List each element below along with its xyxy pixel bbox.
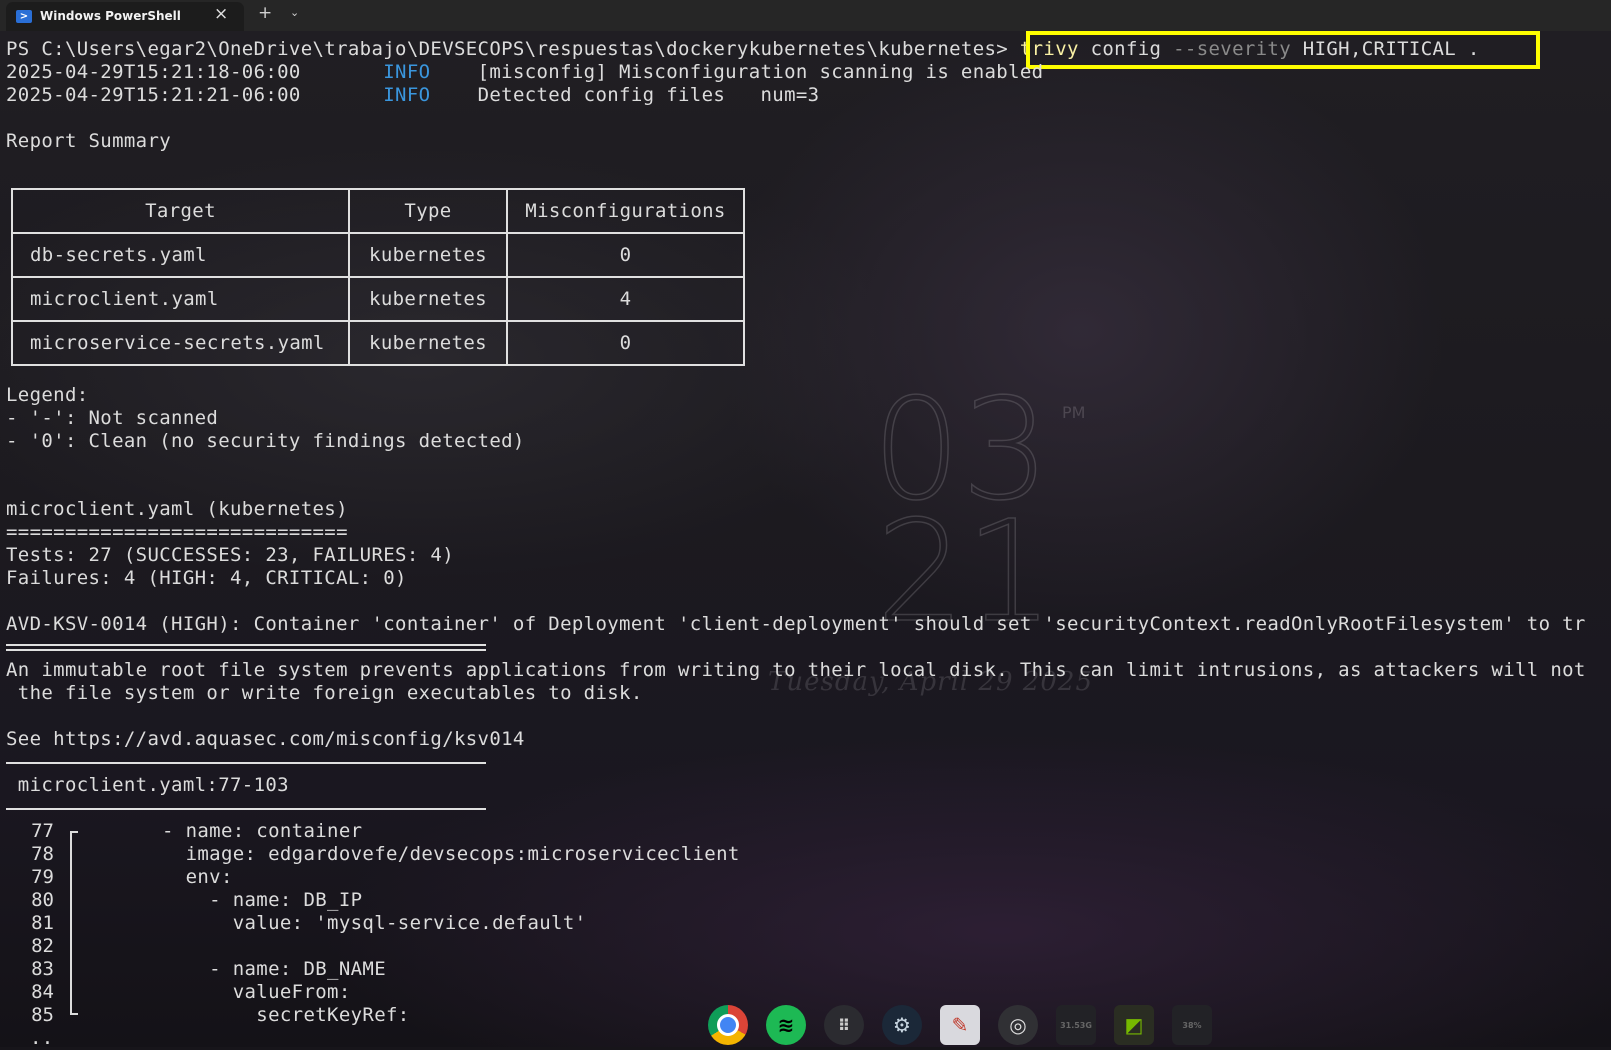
spotify-icon[interactable]: ≋ (766, 1005, 806, 1045)
code-line: env: (162, 866, 233, 888)
code-line: value: 'mysql-service.default' (162, 912, 587, 934)
obs-icon[interactable]: ◎ (998, 1005, 1038, 1045)
legend-item-clean: - '0': Clean (no security findings detec… (6, 430, 525, 452)
tests-summary: Tests: 27 (SUCCESSES: 23, FAILURES: 4) (6, 544, 454, 566)
log-level: INFO (383, 61, 431, 83)
title-bar: > Windows PowerShell × + ⌄ (0, 0, 1611, 31)
line-number: 83 (31, 958, 54, 980)
wallpaper-clock-ampm: PM (1062, 403, 1086, 422)
table-header-type: Type (348, 188, 508, 234)
code-line: - name: DB_NAME (162, 958, 386, 980)
tab-title: Windows PowerShell (40, 9, 181, 23)
section-title: microclient.yaml (kubernetes) (6, 498, 348, 520)
finding-double-rule (6, 644, 486, 651)
finding-title: AVD-KSV-0014 (HIGH): Container 'containe… (6, 613, 1586, 635)
line-number: 77 (31, 820, 54, 842)
taskbar-dock: ≋ ⠿ ⚙ ✎ ◎ 31.53G ◩ 38% (708, 1003, 1212, 1047)
tab-powershell[interactable]: > Windows PowerShell × (6, 2, 244, 31)
code-range-bracket (70, 831, 80, 1015)
log-timestamp: 2025-04-29T15:21:21-06:00 (6, 84, 301, 106)
command-highlight-box (1026, 31, 1540, 69)
report-summary-table: Target Type Misconfigurations db-secrets… (11, 188, 745, 366)
line-number: 81 (31, 912, 54, 934)
log-level: INFO (383, 84, 431, 106)
line-number: 79 (31, 866, 54, 888)
code-line: - name: container (162, 820, 363, 842)
table-cell-misconfigurations: 0 (506, 232, 745, 278)
line-number: 84 (31, 981, 54, 1003)
table-cell-target: microservice-secrets.yaml (11, 320, 350, 366)
code-line: secretKeyRef: (162, 1004, 410, 1026)
finding-description-line-2: the file system or write foreign executa… (6, 682, 643, 704)
table-cell-type: kubernetes (348, 232, 508, 278)
log-line-2: 2025-04-29T15:21:21-06:00 INFO Detected … (6, 84, 819, 107)
nvidia-icon[interactable]: ◩ (1114, 1005, 1154, 1045)
table-header-row: Target Type Misconfigurations (11, 188, 745, 234)
table-cell-type: kubernetes (348, 276, 508, 322)
prompt-path: PS C:\Users\egar2\OneDrive\trabajo\DEVSE… (6, 38, 1020, 60)
chevron-down-icon[interactable]: ⌄ (290, 6, 299, 19)
close-tab-icon[interactable]: × (214, 4, 228, 24)
finding-description-line-1: An immutable root file system prevents a… (6, 659, 1586, 681)
log-line-1: 2025-04-29T15:21:18-06:00 INFO [misconfi… (6, 61, 1043, 84)
section-rule: ============================= (6, 521, 348, 543)
table-cell-target: db-secrets.yaml (11, 232, 350, 278)
table-header-misconfigurations: Misconfigurations (506, 188, 745, 234)
log-timestamp: 2025-04-29T15:21:18-06:00 (6, 61, 301, 83)
log-message: Detected config files num=3 (477, 84, 820, 106)
finding-reference-link[interactable]: See https://avd.aquasec.com/misconfig/ks… (6, 728, 525, 751)
line-number: 80 (31, 889, 54, 911)
table-cell-type: kubernetes (348, 320, 508, 366)
location-top-rule (6, 762, 486, 764)
new-tab-button[interactable]: + (258, 3, 272, 23)
finding-location: microclient.yaml:77-103 (6, 774, 289, 796)
code-line: valueFrom: (162, 981, 351, 1003)
line-number: 82 (31, 935, 54, 957)
log-message: [misconfig] Misconfiguration scanning is… (477, 61, 1044, 83)
legend-item-not-scanned: - '-': Not scanned (6, 407, 219, 429)
table-row: db-secrets.yaml kubernetes 0 (11, 232, 745, 278)
table-row: microservice-secrets.yaml kubernetes 0 (11, 320, 745, 366)
app-grid-icon[interactable]: ⠿ (824, 1005, 864, 1045)
steam-icon[interactable]: ⚙ (882, 1005, 922, 1045)
table-row: microclient.yaml kubernetes 4 (11, 276, 745, 322)
paint-icon[interactable]: ✎ (940, 1005, 980, 1045)
code-line: - name: DB_IP (162, 889, 363, 911)
code-line: image: edgardovefe/devsecops:microservic… (162, 843, 740, 865)
failures-summary: Failures: 4 (HIGH: 4, CRITICAL: 0) (6, 567, 407, 589)
report-summary-heading: Report Summary (6, 130, 172, 152)
table-header-target: Target (11, 188, 350, 234)
table-cell-target: microclient.yaml (11, 276, 350, 322)
legend-title: Legend: (6, 384, 89, 406)
table-cell-misconfigurations: 4 (506, 276, 745, 322)
location-bottom-rule (6, 808, 486, 810)
gpu-widget-icon[interactable]: 38% (1172, 1005, 1212, 1045)
table-cell-misconfigurations: 0 (506, 320, 745, 366)
line-number: 78 (31, 843, 54, 865)
chrome-icon[interactable] (708, 1005, 748, 1045)
cpu-widget-icon[interactable]: 31.53G (1056, 1005, 1096, 1045)
powershell-icon: > (16, 10, 32, 23)
line-number: 85 (31, 1004, 54, 1026)
